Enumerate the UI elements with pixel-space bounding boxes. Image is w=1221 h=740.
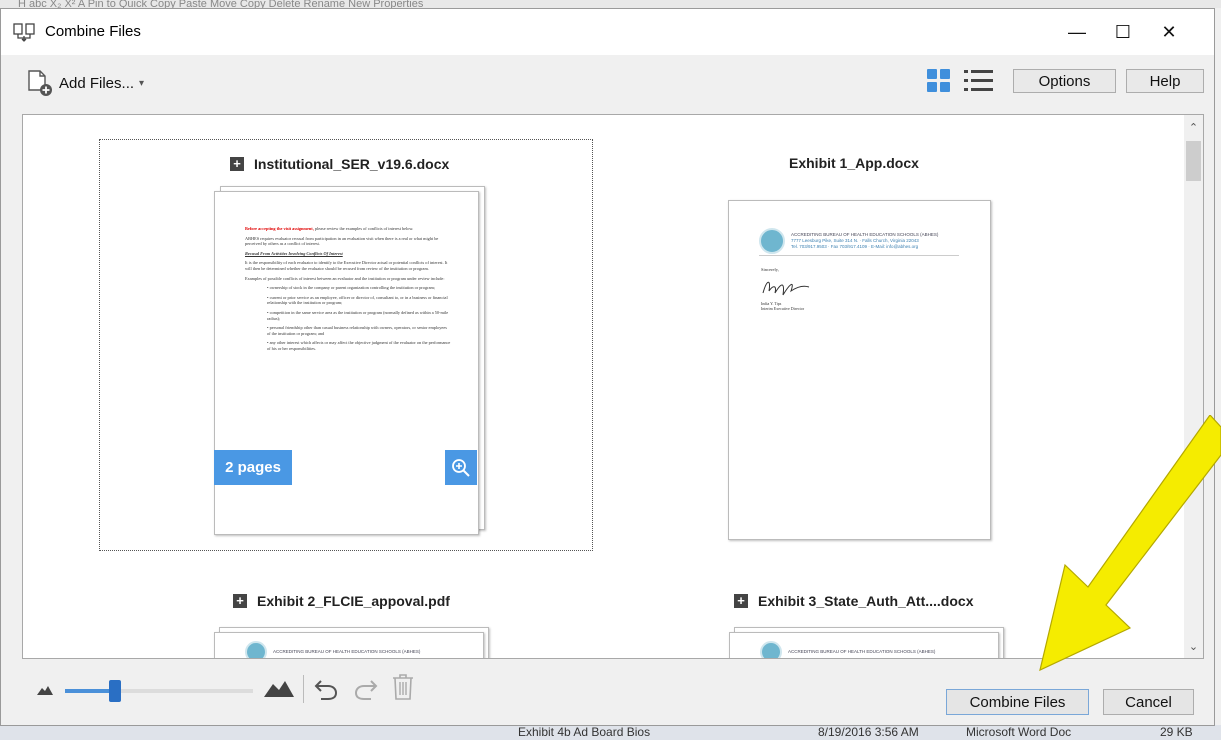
expand-plus-icon[interactable]: + bbox=[233, 594, 247, 608]
letterhead: ACCREDITING BUREAU OF HEALTH EDUCATION S… bbox=[760, 641, 970, 658]
list-view-icon[interactable] bbox=[964, 69, 994, 93]
file-name: Exhibit 3_State_Auth_Att....docx bbox=[758, 593, 974, 609]
zoom-slider-fill bbox=[65, 689, 115, 693]
zoom-in-icon bbox=[452, 458, 470, 477]
letterhead: ACCREDITING BUREAU OF HEALTH EDUCATION S… bbox=[245, 641, 455, 658]
chevron-down-icon: ▾ bbox=[139, 77, 145, 89]
scroll-up-arrow-icon[interactable]: ⌃ bbox=[1184, 117, 1203, 137]
options-button[interactable]: Options bbox=[1013, 69, 1116, 93]
document-preview-text: Before accepting the visit assignment, p… bbox=[245, 226, 451, 351]
file-card[interactable]: + Exhibit 2_FLCIE_appoval.pdf ACCREDITIN… bbox=[203, 585, 503, 658]
add-files-button[interactable]: Add Files... ▾ bbox=[25, 67, 144, 99]
page-thumbnail: ACCREDITING BUREAU OF HEALTH EDUCATION S… bbox=[729, 632, 999, 658]
background-file-type: Microsoft Word Doc bbox=[966, 725, 1072, 739]
file-name: Exhibit 2_FLCIE_appoval.pdf bbox=[257, 593, 450, 609]
add-files-label: Add Files... bbox=[59, 74, 135, 92]
thumbnail-view-icon[interactable] bbox=[927, 69, 951, 93]
toolbar-divider bbox=[303, 675, 304, 703]
file-name: Institutional_SER_v19.6.docx bbox=[254, 156, 450, 172]
expand-plus-icon[interactable]: + bbox=[734, 594, 748, 608]
letterhead: ACCREDITING BUREAU OF HEALTH EDUCATION S… bbox=[759, 226, 959, 256]
signer-block: India Y. Tips Interim Executive Director bbox=[761, 301, 805, 311]
close-icon: ✕ bbox=[1161, 21, 1177, 42]
minimize-icon: — bbox=[1068, 21, 1086, 42]
file-title: Exhibit 1_App.docx bbox=[789, 155, 919, 171]
organization-seal-icon bbox=[245, 641, 267, 658]
scrollbar-thumb[interactable] bbox=[1186, 141, 1201, 181]
file-title: + Institutional_SER_v19.6.docx bbox=[230, 156, 449, 172]
toolbar: Add Files... ▾ Options Help bbox=[1, 55, 1214, 111]
background-ribbon-strip: H abc X₂ X² A Pin to Quick Copy Paste Mo… bbox=[0, 0, 1221, 8]
signature-image bbox=[762, 281, 810, 296]
organization-seal-icon bbox=[760, 641, 782, 658]
undo-icon[interactable] bbox=[313, 675, 339, 701]
background-file-size: 29 KB bbox=[1160, 725, 1193, 739]
background-file-name: Exhibit 4b Ad Board Bios bbox=[518, 725, 651, 739]
zoom-slider-thumb[interactable] bbox=[109, 680, 121, 702]
organization-seal-icon bbox=[759, 227, 785, 254]
file-card[interactable]: + Exhibit 3_State_Auth_Att....docx ACCRE… bbox=[718, 585, 1038, 658]
expand-plus-icon[interactable]: + bbox=[230, 157, 244, 171]
zoom-in-mountain-icon[interactable] bbox=[264, 679, 294, 697]
salutation: Sincerely, bbox=[761, 267, 779, 272]
close-button[interactable]: ✕ bbox=[1146, 9, 1192, 55]
zoom-preview-button[interactable] bbox=[445, 450, 477, 485]
combine-files-dialog: Combine Files — ☐ ✕ Add Files... ▾ Optio… bbox=[0, 8, 1215, 726]
file-thumbnail-area: + Institutional_SER_v19.6.docx Before ac… bbox=[22, 114, 1204, 659]
page-thumbnail: ACCREDITING BUREAU OF HEALTH EDUCATION S… bbox=[728, 200, 991, 540]
file-name: Exhibit 1_App.docx bbox=[789, 155, 919, 171]
background-file-date: 8/19/2016 3:56 AM bbox=[818, 725, 919, 739]
file-card[interactable]: Exhibit 1_App.docx ACCREDITING BUREAU OF… bbox=[723, 155, 1003, 555]
page-thumbnail: ACCREDITING BUREAU OF HEALTH EDUCATION S… bbox=[214, 632, 484, 658]
add-file-icon bbox=[28, 70, 52, 96]
page-count-badge: 2 pages bbox=[214, 450, 292, 485]
scroll-down-arrow-icon[interactable]: ⌄ bbox=[1184, 636, 1203, 656]
file-title: + Exhibit 3_State_Auth_Att....docx bbox=[734, 593, 973, 609]
file-title: + Exhibit 2_FLCIE_appoval.pdf bbox=[233, 593, 450, 609]
redo-icon[interactable] bbox=[353, 675, 379, 701]
maximize-button[interactable]: ☐ bbox=[1100, 9, 1146, 55]
background-file-list-row: Exhibit 4b Ad Board Bios 8/19/2016 3:56 … bbox=[0, 725, 1221, 740]
help-button[interactable]: Help bbox=[1126, 69, 1204, 93]
cancel-button[interactable]: Cancel bbox=[1103, 689, 1194, 715]
combine-files-app-icon bbox=[13, 23, 35, 42]
title-bar: Combine Files — ☐ ✕ bbox=[1, 9, 1214, 55]
window-title: Combine Files bbox=[45, 23, 141, 40]
file-card[interactable]: + Institutional_SER_v19.6.docx Before ac… bbox=[99, 139, 593, 551]
trash-icon[interactable] bbox=[391, 673, 415, 701]
vertical-scrollbar[interactable]: ⌃ ⌄ bbox=[1184, 115, 1203, 658]
combine-files-button[interactable]: Combine Files bbox=[946, 689, 1089, 715]
minimize-button[interactable]: — bbox=[1054, 9, 1100, 55]
maximize-icon: ☐ bbox=[1114, 21, 1132, 42]
zoom-out-mountain-icon[interactable] bbox=[37, 685, 53, 695]
